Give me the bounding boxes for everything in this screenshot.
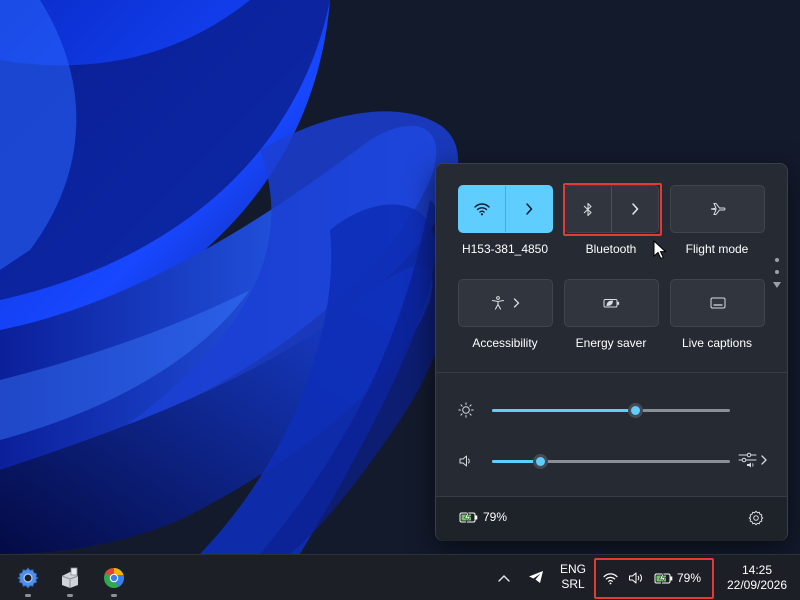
battery-status-button[interactable]: 79% xyxy=(459,510,507,524)
volume-mixer-button[interactable] xyxy=(738,452,767,468)
airplane-icon xyxy=(710,203,725,215)
quick-settings-tiles-area: H153-381_4850 Bluetooth Flight mode Acce… xyxy=(436,164,787,372)
language-code: ENG xyxy=(559,562,586,576)
live-captions-tile[interactable] xyxy=(670,279,765,327)
send-icon xyxy=(529,571,543,583)
chevron-right-icon xyxy=(632,203,639,215)
running-indicator xyxy=(111,594,117,597)
telegram-tray-button[interactable] xyxy=(527,569,545,585)
volume-slider[interactable] xyxy=(492,454,730,469)
clock-date: 22/09/2026 xyxy=(726,578,788,592)
wifi-icon xyxy=(474,203,490,216)
gear-icon xyxy=(748,510,764,526)
battery-percentage: 79% xyxy=(483,510,508,524)
quick-settings-tray-button[interactable]: 79% xyxy=(597,560,712,596)
settings-app-button[interactable] xyxy=(13,563,43,597)
speaker-icon xyxy=(629,572,642,584)
brightness-slider-row xyxy=(458,400,778,420)
brightness-slider-thumb[interactable] xyxy=(627,403,643,418)
page-dot[interactable] xyxy=(775,270,779,274)
volume-slider-row xyxy=(458,451,778,471)
file-app-icon xyxy=(61,567,79,588)
language-indicator[interactable]: ENG SRL xyxy=(558,562,588,592)
settings-app-icon xyxy=(17,567,39,589)
chevron-right-icon xyxy=(513,298,520,308)
file-app-button[interactable] xyxy=(55,563,85,597)
energy-saver-icon xyxy=(603,299,619,308)
flight-mode-tile-label: Flight mode xyxy=(685,242,749,256)
brightness-slider[interactable] xyxy=(492,403,730,418)
energy-saver-tile-label: Energy saver xyxy=(575,336,647,350)
clock-button[interactable]: 14:25 22/09/2026 xyxy=(718,563,796,593)
energy-saver-tile[interactable] xyxy=(564,279,659,327)
running-indicator xyxy=(25,594,31,597)
page-indicator[interactable] xyxy=(772,258,782,288)
bluetooth-expand-button[interactable] xyxy=(612,186,658,232)
clock-time: 14:25 xyxy=(741,563,773,577)
next-page-arrow-icon[interactable] xyxy=(773,282,781,288)
wifi-expand-button[interactable] xyxy=(506,186,552,232)
battery-charging-icon xyxy=(459,511,478,523)
wifi-tile-label: H153-381_4850 xyxy=(461,242,549,256)
live-captions-tile-label: Live captions xyxy=(681,336,753,350)
tray-battery: 79% xyxy=(654,571,701,585)
browser-app-icon xyxy=(104,567,124,588)
speaker-icon[interactable] xyxy=(458,453,474,469)
battery-charging-icon xyxy=(654,572,673,584)
bluetooth-toggle-button[interactable] xyxy=(565,186,611,232)
wifi-icon xyxy=(603,572,618,584)
chevron-up-icon xyxy=(498,575,510,582)
wifi-toggle-button[interactable] xyxy=(459,186,505,232)
live-captions-icon xyxy=(710,297,725,309)
accessibility-tile-label: Accessibility xyxy=(472,336,538,350)
flight-mode-tile[interactable] xyxy=(670,185,765,233)
volume-mixer-icon xyxy=(738,452,757,468)
panel-divider xyxy=(436,372,787,373)
wifi-tile[interactable] xyxy=(458,185,553,233)
running-indicator xyxy=(67,594,73,597)
brightness-slider-fill xyxy=(492,409,635,412)
chevron-right-icon xyxy=(526,203,533,215)
bluetooth-icon xyxy=(583,202,592,216)
page-dot[interactable] xyxy=(775,258,779,262)
show-hidden-icons-button[interactable] xyxy=(496,570,512,586)
quick-settings-footer: 79% xyxy=(436,496,787,541)
accessibility-tile[interactable] xyxy=(458,279,553,327)
accessibility-icon xyxy=(491,296,505,310)
tray-battery-percentage: 79% xyxy=(677,571,702,585)
taskbar: ENG SRL 79% 14:25 22/09/2026 xyxy=(0,554,800,600)
keyboard-layout: SRL xyxy=(561,577,585,591)
browser-app-button[interactable] xyxy=(99,563,129,597)
bluetooth-tile[interactable] xyxy=(564,185,659,233)
quick-settings-panel: H153-381_4850 Bluetooth Flight mode Acce… xyxy=(435,163,788,541)
brightness-icon xyxy=(458,402,474,418)
chevron-right-icon xyxy=(761,455,767,465)
volume-slider-thumb[interactable] xyxy=(532,454,548,469)
settings-button[interactable] xyxy=(748,510,764,531)
